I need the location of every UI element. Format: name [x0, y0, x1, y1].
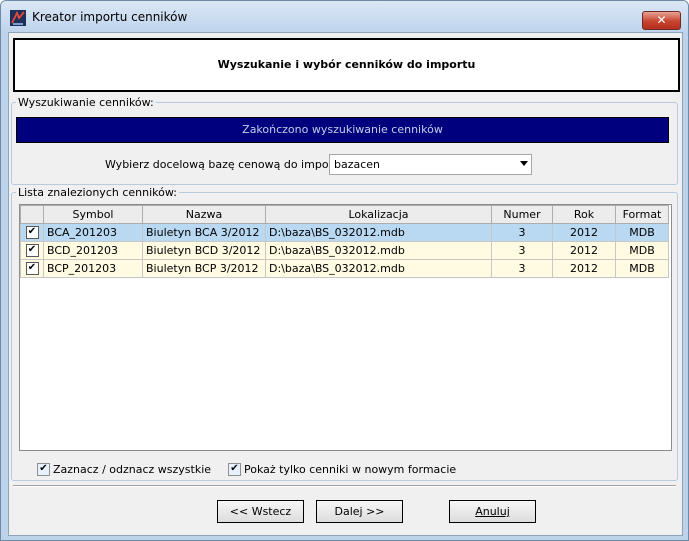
list-group-legend: Lista znalezionych cenników: — [16, 186, 179, 199]
wizard-body: Wyszukanie i wybór cenników do importu W… — [8, 32, 683, 536]
table-row[interactable]: ✔ BCD_201203 Biuletyn BCD 3/2012 D:\baza… — [20, 241, 669, 260]
window-title: Kreator importu cenników — [32, 10, 188, 24]
footer-separator — [13, 485, 676, 487]
cell-lokalizacja: D:\baza\BS_032012.mdb — [265, 241, 492, 260]
row-checkbox-cell[interactable]: ✔ — [20, 223, 44, 242]
back-button-label: << Wstecz — [229, 505, 292, 518]
dropdown-arrow-icon[interactable] — [520, 161, 528, 166]
row-checkbox-cell[interactable]: ✔ — [20, 241, 44, 260]
target-db-select[interactable]: bazacen — [329, 154, 532, 175]
cell-numer: 3 — [491, 259, 553, 278]
select-all-checkbox[interactable]: ✔ Zaznacz / odznacz wszystkie — [37, 462, 211, 476]
row-checkbox[interactable]: ✔ — [25, 262, 39, 276]
close-button[interactable]: ✕ — [642, 11, 681, 30]
checkmark-icon: ✔ — [27, 226, 37, 238]
pricelist-table: Symbol Nazwa Lokalizacja Numer Rok Forma… — [20, 205, 669, 278]
target-db-value: bazacen — [334, 158, 381, 171]
column-header-check[interactable] — [20, 205, 44, 224]
cell-format: MDB — [615, 223, 669, 242]
checkmark-icon: ✔ — [27, 244, 37, 256]
cell-symbol: BCA_201203 — [43, 223, 143, 242]
column-header-nazwa[interactable]: Nazwa — [142, 205, 266, 224]
table-header-row: Symbol Nazwa Lokalizacja Numer Rok Forma… — [20, 205, 669, 224]
header-panel: Wyszukanie i wybór cenników do importu — [13, 38, 680, 92]
row-checkbox[interactable]: ✔ — [25, 226, 39, 240]
cell-numer: 3 — [491, 223, 553, 242]
cell-nazwa: Biuletyn BCA 3/2012 — [142, 223, 266, 242]
new-format-box[interactable]: ✔ — [228, 462, 241, 476]
cell-symbol: BCD_201203 — [43, 241, 143, 260]
cell-rok: 2012 — [552, 259, 616, 278]
column-header-rok[interactable]: Rok — [552, 205, 616, 224]
cell-nazwa: Biuletyn BCP 3/2012 — [142, 259, 266, 278]
title-bar[interactable]: Kreator importu cenników ✕ — [1, 1, 688, 32]
checkmark-icon: ✔ — [39, 462, 48, 474]
column-header-format[interactable]: Format — [615, 205, 669, 224]
cancel-button-label: Anuluj — [475, 505, 510, 518]
new-format-only-checkbox[interactable]: ✔ Pokaż tylko cenniki w nowym formacie — [228, 462, 456, 476]
page-title: Wyszukanie i wybór cenników do importu — [217, 58, 476, 71]
wizard-window: Kreator importu cenników ✕ Wyszukanie i … — [0, 0, 689, 541]
cell-rok: 2012 — [552, 223, 616, 242]
cell-lokalizacja: D:\baza\BS_032012.mdb — [265, 259, 492, 278]
column-header-lokalizacja[interactable]: Lokalizacja — [265, 205, 492, 224]
target-db-label: Wybierz docelową bazę cenową do importu: — [105, 158, 349, 171]
table-row[interactable]: ✔ BCP_201203 Biuletyn BCP 3/2012 D:\baza… — [20, 259, 669, 278]
cell-nazwa: Biuletyn BCD 3/2012 — [142, 241, 266, 260]
pricelist-grid[interactable]: Symbol Nazwa Lokalizacja Numer Rok Forma… — [19, 204, 672, 451]
row-checkbox[interactable]: ✔ — [25, 244, 39, 258]
next-button-label: Dalej >> — [334, 505, 385, 518]
app-logo-icon — [10, 10, 26, 26]
cell-rok: 2012 — [552, 241, 616, 260]
select-all-label[interactable]: Zaznacz / odznacz wszystkie — [53, 463, 211, 476]
row-checkbox-cell[interactable]: ✔ — [20, 259, 44, 278]
cell-numer: 3 — [491, 241, 553, 260]
close-icon: ✕ — [656, 13, 667, 27]
search-group-legend: Wyszukiwanie cenników: — [16, 96, 156, 109]
cell-format: MDB — [615, 259, 669, 278]
checkmark-icon: ✔ — [27, 262, 37, 274]
cell-symbol: BCP_201203 — [43, 259, 143, 278]
checkmark-icon: ✔ — [230, 462, 239, 474]
column-header-symbol[interactable]: Symbol — [43, 205, 143, 224]
select-all-box[interactable]: ✔ — [37, 462, 50, 476]
back-button[interactable]: << Wstecz — [217, 500, 304, 523]
cancel-button[interactable]: Anuluj — [449, 500, 536, 523]
search-status-bar: Zakończono wyszukiwanie cenników — [16, 117, 669, 143]
cell-format: MDB — [615, 241, 669, 260]
column-header-numer[interactable]: Numer — [491, 205, 553, 224]
next-button[interactable]: Dalej >> — [316, 500, 403, 523]
table-row[interactable]: ✔ BCA_201203 Biuletyn BCA 3/2012 D:\baza… — [20, 223, 669, 242]
new-format-label[interactable]: Pokaż tylko cenniki w nowym formacie — [244, 463, 456, 476]
cell-lokalizacja: D:\baza\BS_032012.mdb — [265, 223, 492, 242]
